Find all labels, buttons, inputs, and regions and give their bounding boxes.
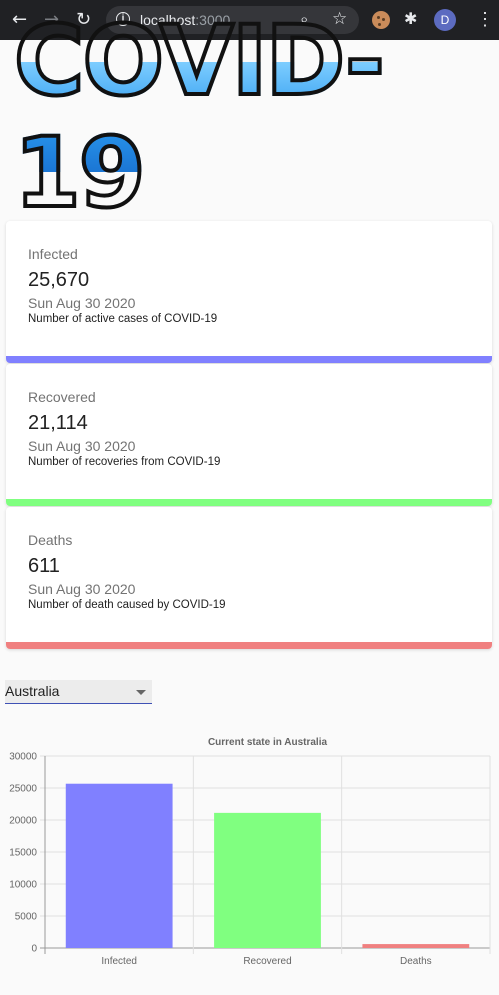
y-tick-label: 10000: [9, 880, 37, 891]
card-description: Number of death caused by COVID-19: [28, 599, 226, 611]
country-select[interactable]: Australia: [5, 680, 152, 704]
card-date: Sun Aug 30 2020: [28, 438, 136, 454]
y-tick-label: 30000: [9, 752, 37, 763]
x-tick-label: Deaths: [400, 956, 432, 967]
card-date: Sun Aug 30 2020: [28, 295, 136, 311]
recovered-card: Recovered 21,114 Sun Aug 30 2020 Number …: [6, 364, 492, 506]
card-title: Infected: [28, 246, 78, 262]
card-description: Number of active cases of COVID-19: [28, 313, 218, 325]
x-tick-label: Infected: [101, 956, 137, 967]
y-tick-label: 15000: [9, 848, 37, 859]
covid-logo: COVID-19: [12, 3, 486, 231]
card-accent-bar: [6, 356, 492, 363]
deaths-card: Deaths 611 Sun Aug 30 2020 Number of dea…: [6, 507, 492, 649]
card-title: Recovered: [28, 389, 96, 405]
chart-title: Current state in Australia: [208, 737, 328, 748]
infected-card: Infected 25,670 Sun Aug 30 2020 Number o…: [6, 221, 492, 363]
card-accent-bar: [6, 499, 492, 506]
y-tick-label: 0: [31, 944, 37, 955]
logo-text: COVID-19: [12, 3, 486, 231]
y-tick-label: 25000: [9, 784, 37, 795]
country-select-value: Australia: [5, 683, 60, 699]
y-tick-label: 5000: [15, 912, 38, 923]
card-description: Number of recoveries from COVID-19: [28, 456, 221, 468]
dropdown-arrow-icon: [136, 690, 146, 695]
bar-infected: [65, 783, 173, 948]
card-title: Deaths: [28, 532, 73, 548]
card-value: 21,114: [28, 412, 88, 434]
card-accent-bar: [6, 642, 492, 649]
bar-deaths: [362, 944, 470, 948]
x-tick-label: Recovered: [243, 956, 291, 967]
card-value: 25,670: [28, 269, 90, 291]
bar-recovered: [214, 812, 321, 948]
card-value: 611: [28, 555, 60, 577]
y-tick-label: 20000: [9, 816, 37, 827]
card-date: Sun Aug 30 2020: [28, 581, 136, 597]
country-bar-chart: Current state in Australia 0 5000 10000 1500…: [9, 737, 491, 967]
